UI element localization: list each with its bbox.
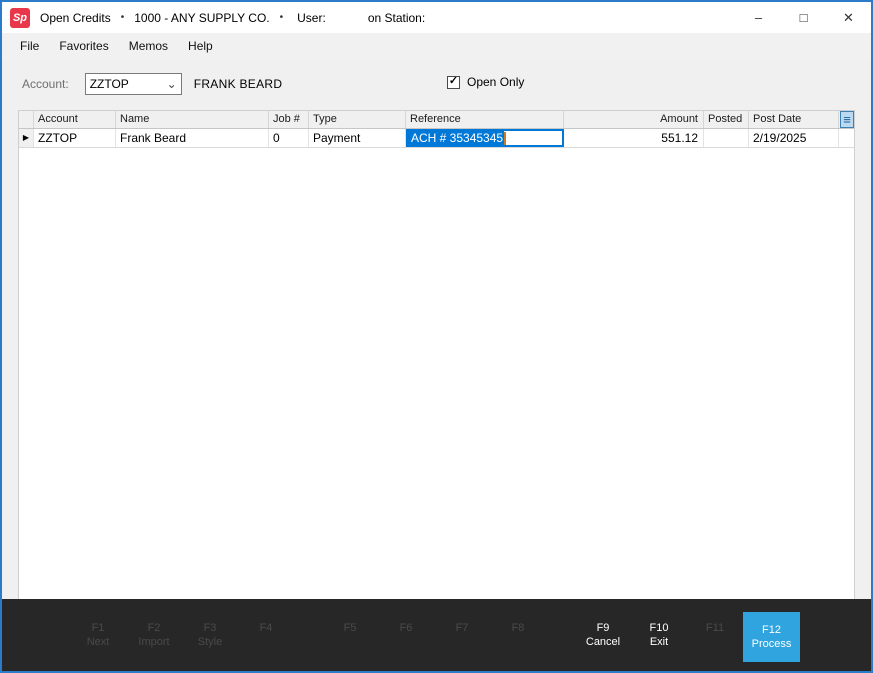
fkey-f11: F11 [687, 621, 743, 635]
window-title-app: Open Credits [40, 11, 111, 25]
cell-postdate[interactable]: 2/19/2025 [749, 129, 839, 147]
credits-grid: Account Name Job # Type Reference Amount… [18, 110, 855, 599]
menu-file[interactable]: File [10, 35, 49, 57]
workspace: Account: ZZTOP ⌄ FRANK BEARD ✓ Open Only… [2, 59, 871, 599]
menu-memos[interactable]: Memos [119, 35, 178, 57]
fkey-f3: F3Style [182, 621, 238, 649]
title-separator-icon: • [121, 12, 125, 23]
app-window: Sp Open Credits • 1000 - ANY SUPPLY CO. … [0, 0, 873, 673]
open-only-checkbox[interactable]: ✓ [447, 76, 460, 89]
cell-name[interactable]: Frank Beard [116, 129, 269, 147]
cell-job[interactable]: 0 [269, 129, 309, 147]
menu-bar: File Favorites Memos Help [2, 33, 871, 59]
row-marker-icon: ▶ [23, 134, 29, 142]
grid-header-name[interactable]: Name [116, 111, 269, 128]
fkey-f4: F4 [238, 621, 294, 635]
fkey-f10-exit[interactable]: F10Exit [631, 621, 687, 649]
fkey-f8: F8 [490, 621, 546, 635]
text-caret [504, 132, 506, 145]
row-marker-cell: ▶ [19, 129, 34, 147]
menu-favorites[interactable]: Favorites [49, 35, 118, 57]
title-separator-icon: • [280, 12, 284, 23]
grid-header-job[interactable]: Job # [269, 111, 309, 128]
grid-header-amount[interactable]: Amount [564, 111, 704, 128]
maximize-button[interactable]: □ [781, 2, 826, 33]
window-title-user-label: User: [297, 11, 326, 25]
fkey-f6: F6 [378, 621, 434, 635]
grid-header-type[interactable]: Type [309, 111, 406, 128]
grid-header-postdate[interactable]: Post Date [749, 111, 839, 128]
grid-menu-button[interactable]: ≡ [840, 111, 854, 128]
account-row: Account: ZZTOP ⌄ FRANK BEARD [22, 73, 282, 95]
grid-header-marker [19, 111, 34, 128]
hamburger-icon: ≡ [843, 113, 851, 126]
minimize-button[interactable]: – [736, 2, 781, 33]
account-display-name: FRANK BEARD [194, 77, 283, 91]
window-controls: – □ ✕ [736, 2, 871, 33]
grid-header-account[interactable]: Account [34, 111, 116, 128]
cell-reference-edit-field[interactable]: ACH # 35345345 [406, 129, 564, 147]
cell-posted[interactable] [704, 129, 749, 147]
open-only-group: ✓ Open Only [447, 75, 524, 89]
menu-help[interactable]: Help [178, 35, 223, 57]
fkey-f1: F1Next [70, 621, 126, 649]
window-title-station-label: on Station: [368, 11, 425, 25]
reference-selected-text: ACH # 35345345 [408, 130, 504, 146]
chevron-down-icon[interactable]: ⌄ [167, 79, 177, 89]
account-combobox[interactable]: ZZTOP ⌄ [85, 73, 182, 95]
fkey-f12-process-button[interactable]: F12Process [743, 612, 800, 662]
cell-account[interactable]: ZZTOP [34, 129, 116, 147]
fkey-f5: F5 [322, 621, 378, 635]
checkmark-icon: ✓ [449, 76, 458, 87]
close-button[interactable]: ✕ [826, 2, 871, 33]
grid-header-posted[interactable]: Posted [704, 111, 749, 128]
account-combobox-value: ZZTOP [90, 77, 129, 91]
window-title-company: 1000 - ANY SUPPLY CO. [134, 11, 269, 25]
function-key-bar: F1Next F2Import F3Style F4 F5 F6 F7 F8 F… [2, 599, 871, 671]
fkey-f9-cancel[interactable]: F9Cancel [575, 621, 631, 649]
fkey-f7: F7 [434, 621, 490, 635]
open-only-label: Open Only [467, 75, 524, 89]
cell-type[interactable]: Payment [309, 129, 406, 147]
cell-amount[interactable]: 551.12 [564, 129, 704, 147]
grid-header-row: Account Name Job # Type Reference Amount… [19, 111, 854, 129]
grid-header-reference[interactable]: Reference [406, 111, 564, 128]
table-row[interactable]: ▶ ZZTOP Frank Beard 0 Payment ACH # 3534… [19, 129, 854, 148]
account-label: Account: [22, 77, 69, 91]
title-bar: Sp Open Credits • 1000 - ANY SUPPLY CO. … [2, 2, 871, 33]
app-logo-icon: Sp [10, 8, 30, 28]
fkey-f2: F2Import [126, 621, 182, 649]
